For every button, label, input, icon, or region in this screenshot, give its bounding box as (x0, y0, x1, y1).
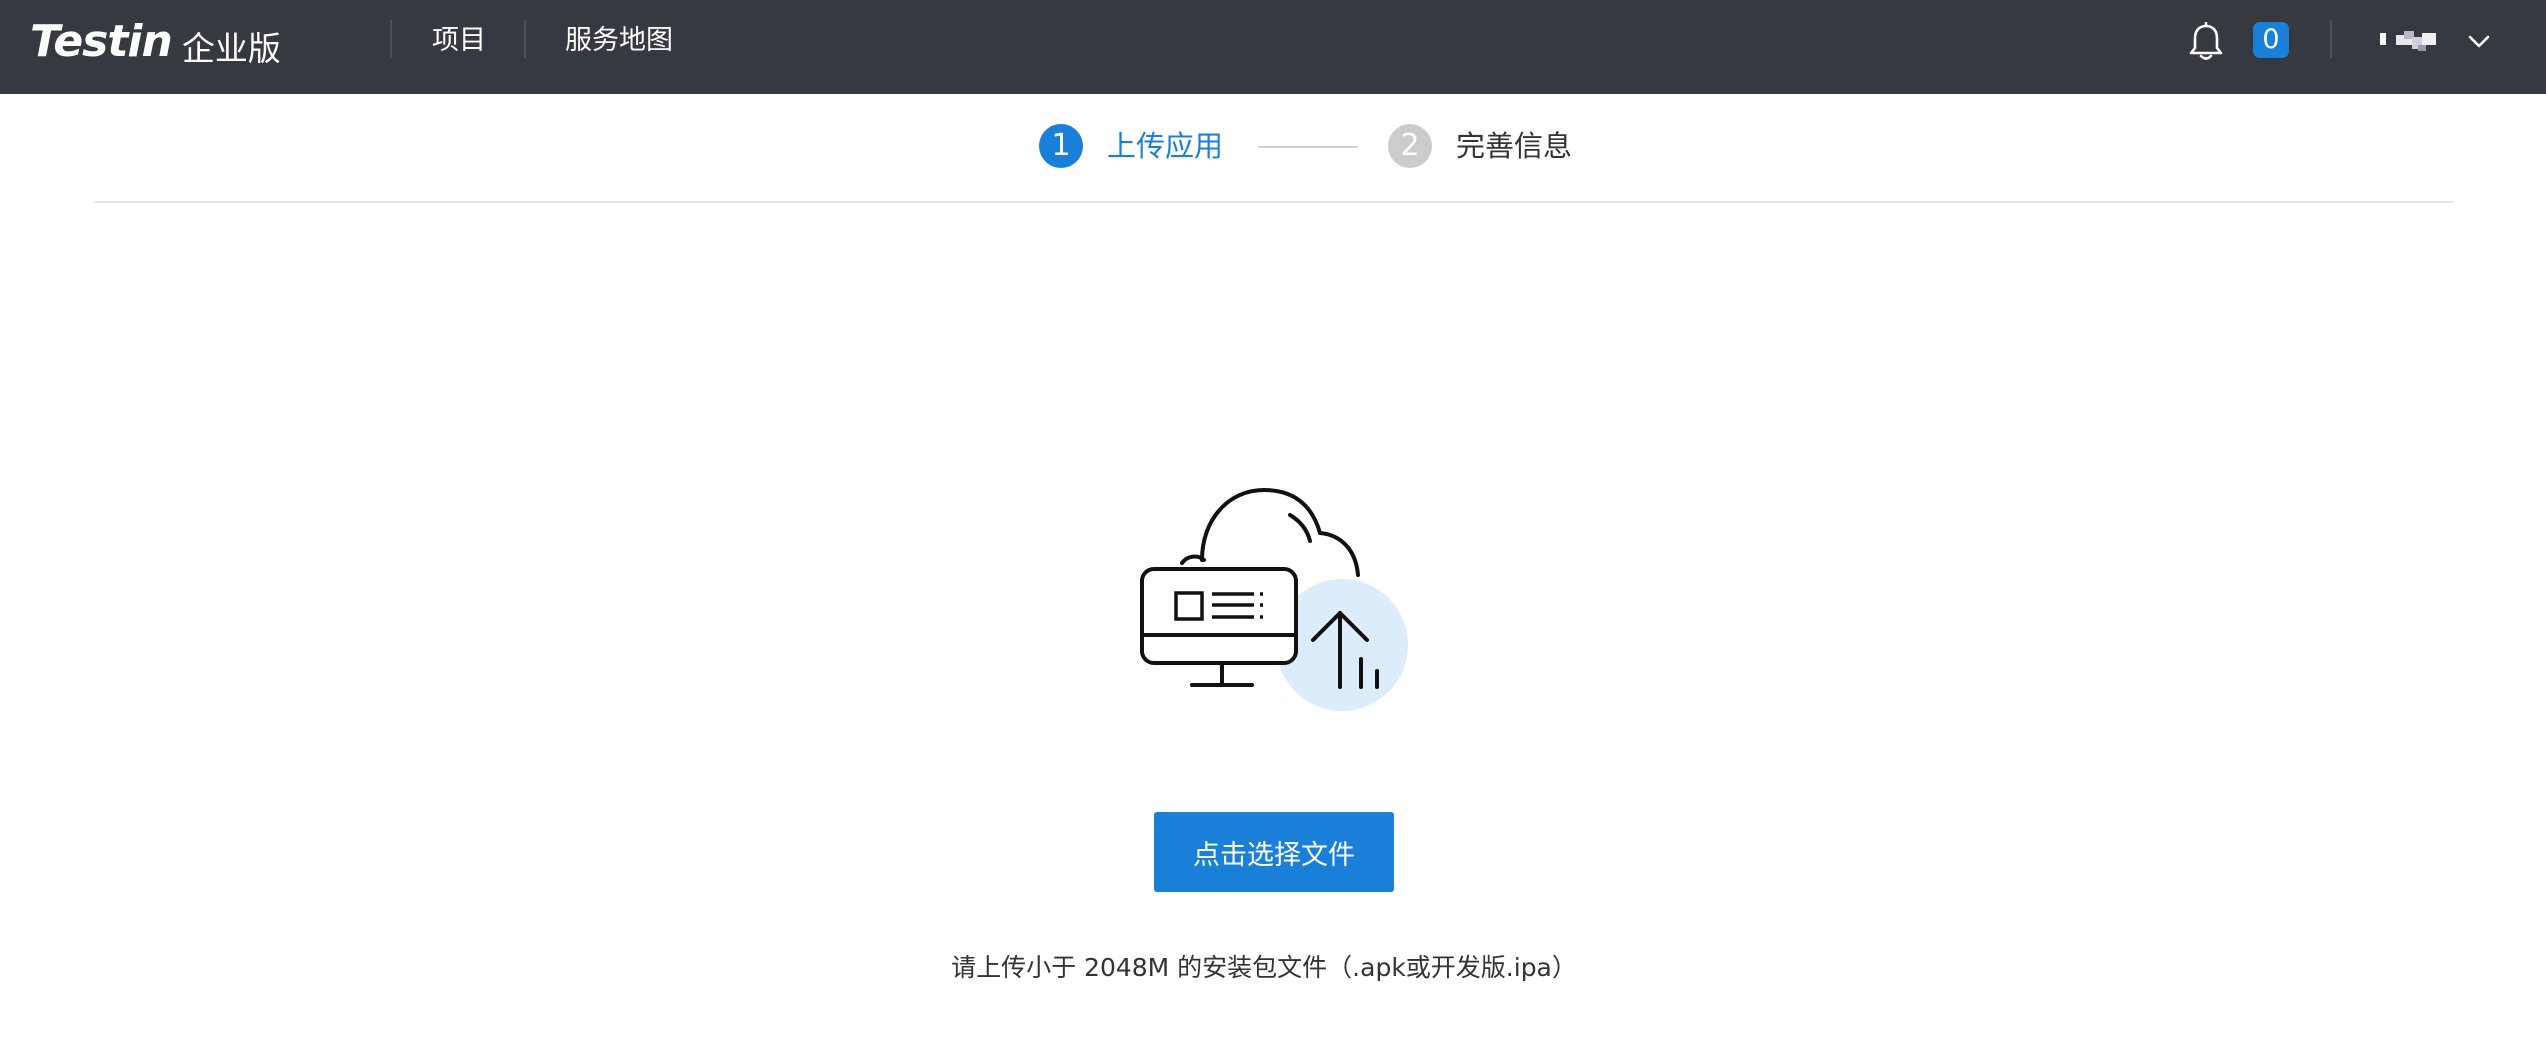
notification-count-badge[interactable]: 0 (2253, 22, 2289, 58)
top-nav-bar: Testin 企业版 项目 服务地图 0 (0, 0, 2546, 94)
step-2-label: 完善信息 (1456, 129, 1573, 163)
choose-file-button[interactable]: 点击选择文件 (1154, 812, 1394, 892)
bell-icon[interactable] (2188, 22, 2224, 62)
avatar[interactable] (2380, 27, 2446, 55)
upload-hint-text: 请上传小于 2048M 的安装包文件（.apk或开发版.ipa） (951, 953, 1577, 982)
step-1-number: 1 (1039, 124, 1083, 168)
steps-divider (94, 201, 2454, 203)
step-1-label: 上传应用 (1107, 129, 1224, 163)
nav-divider (390, 20, 392, 58)
logo-subtitle: 企业版 (181, 29, 281, 68)
nav-divider (2330, 20, 2332, 58)
nav-divider (524, 20, 526, 58)
nav-item-projects[interactable]: 项目 (432, 0, 486, 82)
step-connector (1258, 146, 1358, 148)
logo[interactable]: Testin 企业版 (30, 0, 281, 82)
step-2-number: 2 (1388, 124, 1432, 168)
cloud-upload-computer-icon (1140, 487, 1408, 711)
step-indicator: 1 上传应用 2 完善信息 (0, 94, 2546, 202)
chevron-down-icon[interactable] (2466, 28, 2492, 54)
logo-text: Testin (30, 15, 173, 67)
nav-item-service-map[interactable]: 服务地图 (565, 0, 673, 82)
